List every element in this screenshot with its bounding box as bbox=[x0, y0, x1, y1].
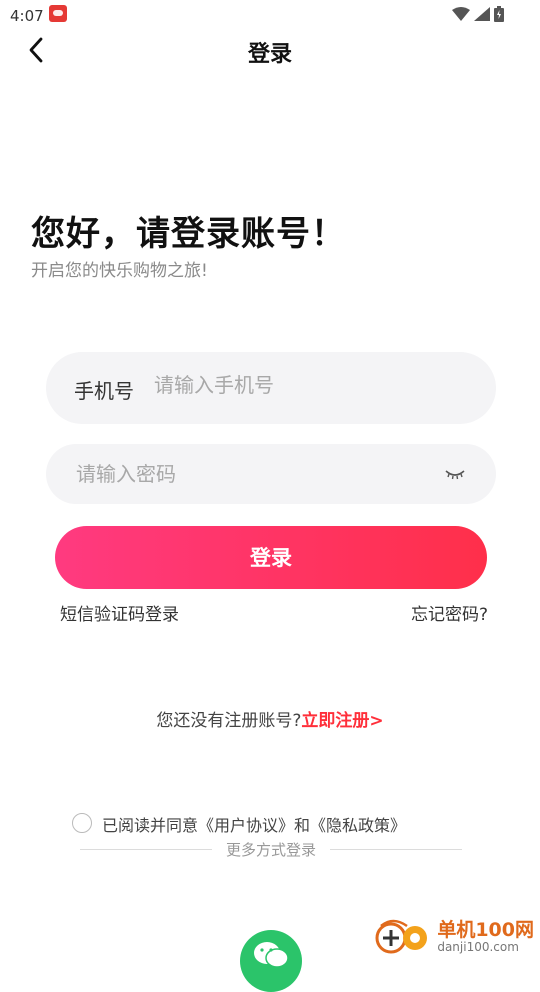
status-time: 4:07 bbox=[10, 7, 44, 25]
phone-input[interactable] bbox=[154, 370, 474, 400]
watermark-name: 单机100网 bbox=[437, 919, 534, 941]
register-row: 您还没有注册账号?立即注册> bbox=[0, 706, 540, 731]
more-login-divider: 更多方式登录 bbox=[80, 838, 463, 860]
divider-line-left bbox=[80, 848, 212, 850]
phone-field: 手机号 bbox=[46, 352, 496, 424]
wechat-icon bbox=[254, 942, 289, 968]
sms-login-link[interactable]: 短信验证码登录 bbox=[60, 600, 179, 625]
greeting-subtitle: 开启您的快乐购物之旅! bbox=[31, 261, 208, 281]
more-login-label: 更多方式登录 bbox=[226, 840, 317, 859]
status-icons bbox=[452, 6, 504, 22]
notification-icon bbox=[49, 5, 67, 22]
signal-icon bbox=[474, 7, 490, 21]
wechat-login-button[interactable] bbox=[240, 930, 302, 992]
divider-line-right bbox=[330, 848, 463, 850]
eye-closed-icon[interactable] bbox=[444, 466, 466, 482]
password-field bbox=[46, 444, 496, 504]
phone-label: 手机号 bbox=[74, 379, 134, 403]
battery-icon bbox=[494, 6, 504, 22]
watermark-url: danji100.com bbox=[437, 940, 519, 954]
forgot-password-link[interactable]: 忘记密码? bbox=[411, 600, 488, 625]
watermark-logo-icon bbox=[373, 918, 431, 956]
agreement-checkbox[interactable] bbox=[72, 813, 92, 833]
greeting-title: 您好，请登录账号！ bbox=[31, 214, 346, 254]
login-button[interactable]: 登录 bbox=[55, 526, 487, 589]
register-prompt: 您还没有注册账号? bbox=[156, 711, 302, 731]
agreement-text[interactable]: 已阅读并同意《用户协议》和《隐私政策》 bbox=[102, 812, 406, 836]
site-watermark: 单机100网 danji100.com bbox=[373, 918, 534, 956]
page-title: 登录 bbox=[247, 42, 292, 67]
wifi-icon bbox=[452, 7, 470, 21]
password-input[interactable] bbox=[76, 459, 416, 489]
register-link[interactable]: 立即注册> bbox=[301, 711, 383, 731]
watermark-text: 单机100网 danji100.com bbox=[437, 920, 534, 954]
